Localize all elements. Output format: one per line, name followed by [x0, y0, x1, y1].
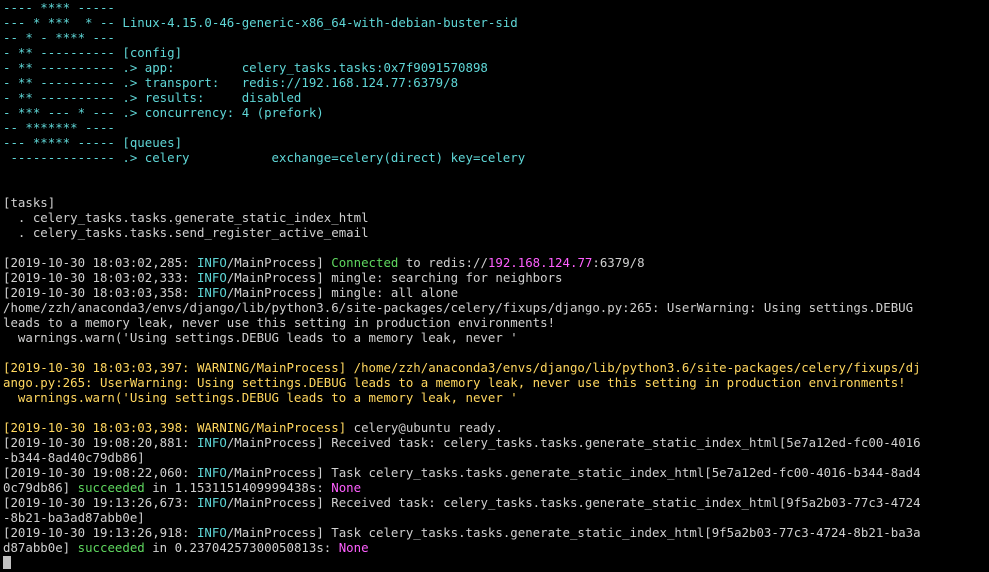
terminal-text-segment: - *** --- * --- .> concurrency: 4 (prefo…: [3, 105, 324, 120]
terminal-text-segment: - ** ---------- [config]: [3, 45, 183, 60]
terminal-text-segment: /MainProcess]: [226, 255, 332, 270]
terminal-line: - ** ---------- .> transport: redis://19…: [3, 75, 986, 90]
terminal-text-segment: . celery_tasks.tasks.send_register_activ…: [3, 225, 369, 240]
terminal-text-segment: INFO: [196, 435, 227, 450]
terminal-line: [2019-10-30 19:08:22,060: INFO/MainProce…: [3, 465, 986, 480]
terminal-text-segment: [2019-10-30 18:03:02,333:: [3, 270, 197, 285]
terminal-text-segment: Connected: [331, 255, 399, 270]
terminal-window[interactable]: ---- **** ----- --- * *** * -- Linux-4.15…: [0, 0, 989, 572]
terminal-line: ango.py:265: UserWarning: Using settings…: [3, 375, 986, 390]
terminal-text-segment: None: [338, 540, 369, 555]
terminal-line: ---- **** -----: [3, 0, 986, 15]
terminal-line: [2019-10-30 18:03:03,358: INFO/MainProce…: [3, 285, 986, 300]
terminal-line: - ** ---------- [config]: [3, 45, 986, 60]
terminal-text-segment: /home/zzh/anaconda3/envs/django/lib/pyth…: [3, 300, 914, 315]
terminal-text-segment: celery@ubuntu ready.: [353, 420, 503, 435]
terminal-line: -8b21-ba3ad87abb0e]: [3, 510, 986, 525]
terminal-text-segment: d87abb0e]: [3, 540, 78, 555]
terminal-text-segment: INFO: [196, 255, 227, 270]
terminal-text-segment: /MainProcess] Task celery_tasks.tasks.ge…: [226, 465, 921, 480]
terminal-text-segment: /MainProcess] Task celery_tasks.tasks.ge…: [226, 525, 921, 540]
terminal-text-segment: -------------- .> celery exchange=celery…: [3, 150, 526, 165]
terminal-line: /home/zzh/anaconda3/envs/django/lib/pyth…: [3, 300, 986, 315]
terminal-text-segment: succeeded: [77, 480, 145, 495]
terminal-line: leads to a memory leak, never use this s…: [3, 315, 986, 330]
terminal-text-segment: [2019-10-30 19:13:26,673:: [3, 495, 197, 510]
terminal-text-segment: - ** ---------- .> transport: redis://19…: [3, 75, 459, 90]
terminal-text-segment: warnings.warn('Using settings.DEBUG lead…: [3, 330, 518, 345]
terminal-line: d87abb0e] succeeded in 0.237042573000508…: [3, 540, 986, 555]
terminal-line: [2019-10-30 18:03:03,398: WARNING/MainPr…: [3, 420, 986, 435]
terminal-text-segment: INFO: [196, 525, 227, 540]
terminal-line: - *** --- * --- .> concurrency: 4 (prefo…: [3, 105, 986, 120]
terminal-text-segment: to redis://: [398, 255, 488, 270]
terminal-line: . celery_tasks.tasks.send_register_activ…: [3, 225, 986, 240]
terminal-text-segment: warnings.warn('Using settings.DEBUG lead…: [3, 390, 518, 405]
terminal-text-segment: leads to a memory leak, never use this s…: [3, 315, 556, 330]
terminal-text-segment: -b344-8ad40c79db86]: [3, 450, 145, 465]
terminal-line: - ** ---------- .> results: disabled: [3, 90, 986, 105]
terminal-text-segment: ango.py:265: UserWarning: Using settings…: [3, 375, 906, 390]
terminal-text-segment: /MainProcess] Received task: celery_task…: [226, 495, 921, 510]
terminal-text-segment: /MainProcess] mingle: searching for neig…: [226, 270, 563, 285]
terminal-text-segment: [tasks]: [3, 195, 56, 210]
terminal-line: warnings.warn('Using settings.DEBUG lead…: [3, 390, 986, 405]
terminal-text-segment: succeeded: [77, 540, 145, 555]
terminal-text-segment: -- * - **** ---: [3, 30, 115, 45]
terminal-output: ---- **** ----- --- * *** * -- Linux-4.15…: [3, 0, 986, 555]
terminal-text-segment: [2019-10-30 18:03:03,398: WARNING/MainPr…: [3, 420, 354, 435]
terminal-line: -------------- .> celery exchange=celery…: [3, 150, 986, 165]
terminal-text-segment: [2019-10-30 19:13:26,918:: [3, 525, 197, 540]
terminal-text-segment: -8b21-ba3ad87abb0e]: [3, 510, 145, 525]
terminal-text-segment: 192.168.124.77: [487, 255, 593, 270]
terminal-text-segment: - ** ---------- .> results: disabled: [3, 90, 302, 105]
terminal-text-segment: [2019-10-30 18:03:02,285:: [3, 255, 197, 270]
terminal-text-segment: [2019-10-30 19:08:22,060:: [3, 465, 197, 480]
terminal-text-segment: [2019-10-30 18:03:03,397: WARNING/MainPr…: [3, 360, 921, 375]
terminal-line: [2019-10-30 18:03:02,285: INFO/MainProce…: [3, 255, 986, 270]
terminal-line: --- ***** ----- [queues]: [3, 135, 986, 150]
terminal-text-segment: /MainProcess] mingle: all alone: [226, 285, 459, 300]
terminal-line: [2019-10-30 19:13:26,673: INFO/MainProce…: [3, 495, 986, 510]
terminal-line: [2019-10-30 18:03:03,397: WARNING/MainPr…: [3, 360, 986, 375]
terminal-line: warnings.warn('Using settings.DEBUG lead…: [3, 330, 986, 345]
terminal-line: 0c79db86] succeeded in 1.153115140999943…: [3, 480, 986, 495]
text-cursor: [3, 556, 11, 569]
terminal-line: [2019-10-30 18:03:02,333: INFO/MainProce…: [3, 270, 986, 285]
terminal-text-segment: [2019-10-30 18:03:03,358:: [3, 285, 197, 300]
terminal-text-segment: --- * *** * -- Linux-4.15.0-46-generic-x…: [3, 15, 518, 30]
terminal-text-segment: --- ***** ----- [queues]: [3, 135, 183, 150]
terminal-text-segment: -- ******* ----: [3, 120, 115, 135]
terminal-text-segment: INFO: [196, 465, 227, 480]
terminal-text-segment: /MainProcess] Received task: celery_task…: [226, 435, 921, 450]
terminal-line: [tasks]: [3, 195, 986, 210]
terminal-text-segment: INFO: [196, 270, 227, 285]
terminal-text-segment: in 0.23704257300050813s:: [144, 540, 339, 555]
terminal-text-segment: 0c79db86]: [3, 480, 78, 495]
terminal-prompt-line[interactable]: [3, 555, 986, 570]
terminal-text-segment: None: [331, 480, 362, 495]
terminal-text-segment: :6379/8: [592, 255, 645, 270]
terminal-line: --- * *** * -- Linux-4.15.0-46-generic-x…: [3, 15, 986, 30]
terminal-line: . celery_tasks.tasks.generate_static_ind…: [3, 210, 986, 225]
terminal-line: -b344-8ad40c79db86]: [3, 450, 986, 465]
terminal-text-segment: in 1.1531151409999438s:: [144, 480, 332, 495]
terminal-text-segment: ---- **** -----: [3, 0, 115, 15]
terminal-line: -- * - **** ---: [3, 30, 986, 45]
terminal-line: - ** ---------- .> app: celery_tasks.tas…: [3, 60, 986, 75]
terminal-text-segment: INFO: [196, 495, 227, 510]
terminal-line: [2019-10-30 19:08:20,881: INFO/MainProce…: [3, 435, 986, 450]
terminal-text-segment: INFO: [196, 285, 227, 300]
terminal-text-segment: - ** ---------- .> app: celery_tasks.tas…: [3, 60, 488, 75]
terminal-line: -- ******* ----: [3, 120, 986, 135]
terminal-text-segment: [2019-10-30 19:08:20,881:: [3, 435, 197, 450]
terminal-text-segment: . celery_tasks.tasks.generate_static_ind…: [3, 210, 369, 225]
terminal-line: [2019-10-30 19:13:26,918: INFO/MainProce…: [3, 525, 986, 540]
